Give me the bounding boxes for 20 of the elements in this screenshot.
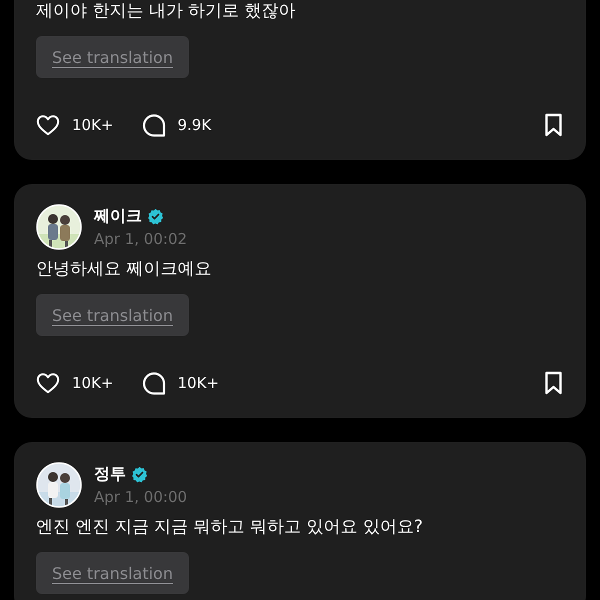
comment-icon[interactable]	[142, 371, 166, 395]
post-date: Apr 1, 00:00	[94, 488, 188, 506]
see-translation-button[interactable]: See translation	[36, 36, 189, 78]
bookmark-icon[interactable]	[543, 371, 564, 395]
post-text: 엔진 엔진 지금 지금 뭐하고 뭐하고 있어요 있어요?	[36, 516, 424, 538]
bookmark-icon[interactable]	[543, 113, 564, 137]
comment-icon[interactable]	[142, 113, 166, 137]
like-count: 10K+	[72, 374, 114, 392]
see-translation-button[interactable]: See translation	[36, 294, 189, 336]
post-text: 제이야 한지는 내가 하기로 했잖아	[36, 0, 297, 22]
post-text: 안녕하세요 쩨이크예요	[36, 258, 212, 280]
see-translation-button[interactable]: See translation	[36, 552, 189, 594]
comment-count: 9.9K	[178, 116, 212, 134]
comment-count: 10K+	[178, 374, 219, 392]
heart-icon[interactable]	[36, 371, 60, 395]
post-date: Apr 1, 00:02	[94, 230, 188, 248]
heart-icon[interactable]	[36, 113, 60, 137]
author-name[interactable]: 쩨이크	[94, 206, 142, 227]
like-count: 10K+	[72, 116, 114, 134]
author-name[interactable]: 정투	[94, 464, 126, 485]
